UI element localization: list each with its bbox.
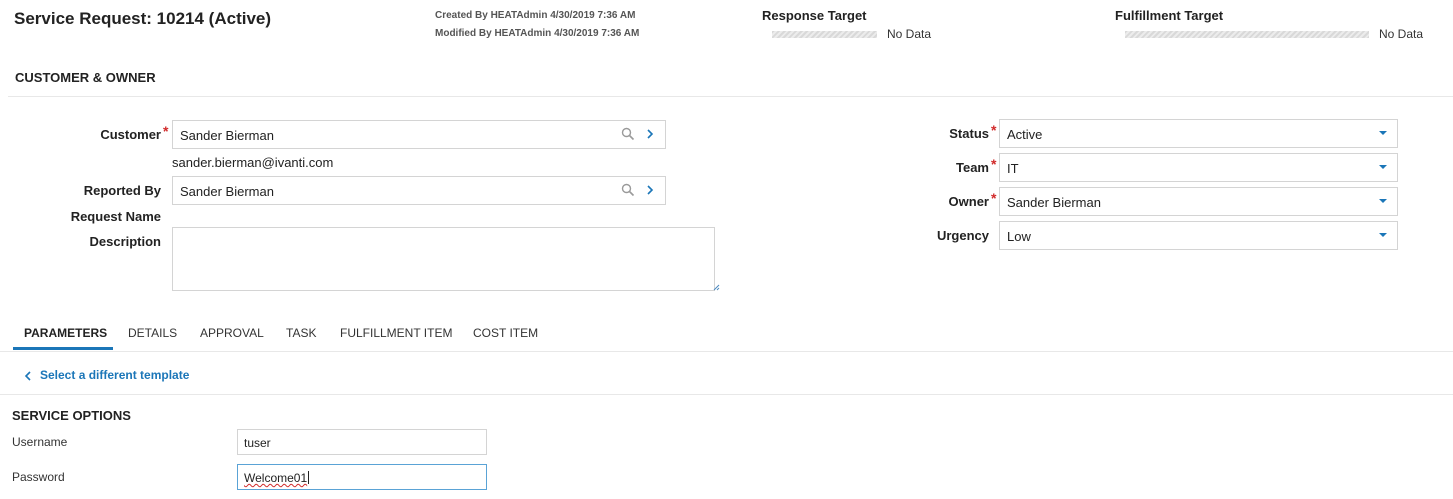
password-text: Welcome01 [244,471,310,485]
caret-down-icon[interactable] [1379,233,1387,237]
created-by-text: Created By HEATAdmin 4/30/2019 7:36 AM [435,10,636,21]
status-label: Status [949,126,989,141]
password-label: Password [12,470,65,484]
customer-field[interactable]: Sander Bierman [172,120,666,149]
description-label: Description [89,234,161,249]
resize-handle-icon[interactable] [712,283,720,291]
modified-by-text: Modified By HEATAdmin 4/30/2019 7:36 AM [435,28,640,39]
response-target-label: Response Target [762,8,867,23]
team-select[interactable]: IT [999,153,1398,182]
tab-parameters[interactable]: PARAMETERS [24,326,107,340]
fulfillment-target-bar [1125,31,1369,38]
search-icon[interactable] [621,183,635,197]
reported-by-label: Reported By [83,183,161,198]
username-label: Username [12,435,68,449]
reported-by-value: Sander Bierman [180,184,274,199]
required-indicator: * [991,190,997,206]
urgency-value: Low [1007,229,1031,244]
username-input[interactable]: tuser [237,429,487,455]
service-options-title: SERVICE OPTIONS [12,408,131,423]
customer-value: Sander Bierman [180,128,274,143]
active-tab-indicator [13,347,113,350]
fulfillment-target-value: No Data [1379,27,1424,41]
required-indicator: * [163,123,169,139]
chevron-left-icon[interactable] [24,371,32,381]
tab-approval[interactable]: APPROVAL [200,326,264,340]
response-target-value: No Data [887,27,932,41]
urgency-select[interactable]: Low [999,221,1398,250]
description-textarea[interactable] [172,227,715,291]
team-value: IT [1007,161,1019,176]
search-icon[interactable] [621,127,635,141]
required-indicator: * [991,122,997,138]
caret-down-icon[interactable] [1379,199,1387,203]
owner-label: Owner [948,194,989,209]
tabs-divider [0,351,1453,352]
text-cursor [308,471,310,484]
chevron-right-icon[interactable] [645,183,657,197]
caret-down-icon[interactable] [1379,131,1387,135]
status-select[interactable]: Active [999,119,1398,148]
tab-task[interactable]: TASK [286,326,316,340]
urgency-label: Urgency [936,228,989,243]
reported-by-field[interactable]: Sander Bierman [172,176,666,205]
tab-details[interactable]: DETAILS [128,326,177,340]
section-divider [8,96,1453,97]
required-indicator: * [991,156,997,172]
password-value: Welcome01 [244,471,308,485]
fulfillment-target-label: Fulfillment Target [1115,8,1224,23]
password-input[interactable]: Welcome01 [237,464,487,490]
select-template-link[interactable]: Select a different template [40,368,189,382]
tab-fulfillment-item[interactable]: FULFILLMENT ITEM [340,326,452,340]
customer-owner-section-title: CUSTOMER & OWNER [15,70,156,85]
page-title: Service Request: 10214 (Active) [14,9,272,28]
owner-select[interactable]: Sander Bierman [999,187,1398,216]
customer-email: sander.bierman@ivanti.com [172,155,334,170]
back-link-divider [0,394,1453,395]
status-value: Active [1007,127,1043,142]
response-target-bar [772,31,877,38]
tab-cost-item[interactable]: COST ITEM [473,326,538,340]
owner-value: Sander Bierman [1007,195,1101,210]
username-value: tuser [244,436,271,450]
customer-label: Customer [100,127,161,142]
team-label: Team [956,160,989,175]
request-name-label: Request Name [70,209,161,224]
chevron-right-icon[interactable] [645,127,657,141]
caret-down-icon[interactable] [1379,165,1387,169]
